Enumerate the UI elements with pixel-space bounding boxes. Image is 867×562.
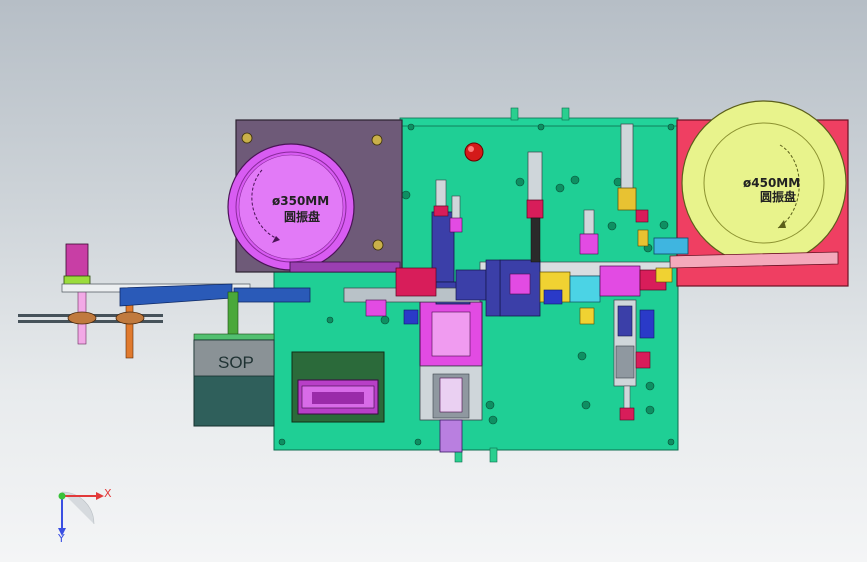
sop-control-box[interactable]: SOP: [193, 339, 275, 427]
controller-display[interactable]: [291, 351, 385, 423]
right-bowl-diameter-label: ø450MM: [743, 176, 800, 190]
axis-triad: X Y: [57, 487, 112, 545]
axis-y-label: Y: [57, 532, 65, 545]
left-vibratory-bowl[interactable]: ø350MM 圆振盘: [227, 119, 403, 273]
cad-viewport[interactable]: ø350MM 圆振盘 ø450MM 圆振盘 SOP X Y: [0, 0, 867, 562]
right-bowl-name-label: 圆振盘: [760, 189, 796, 204]
axis-x-label: X: [104, 487, 112, 500]
left-bowl-diameter-label: ø350MM: [272, 194, 329, 208]
right-vibratory-bowl[interactable]: ø450MM 圆振盘: [653, 100, 849, 287]
sop-label: SOP: [218, 353, 254, 372]
left-bowl-name-label: 圆振盘: [284, 209, 320, 224]
